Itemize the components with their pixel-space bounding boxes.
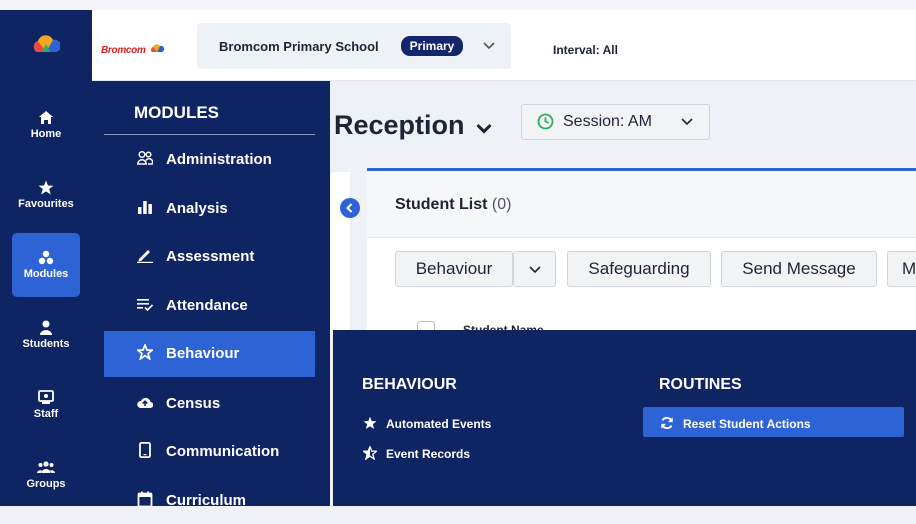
behaviour-button[interactable]: Behaviour xyxy=(395,251,513,287)
rail-label-groups: Groups xyxy=(26,478,66,490)
module-item-administration[interactable]: Administration xyxy=(104,137,315,183)
rail-item-home[interactable]: Home xyxy=(0,110,92,140)
module-item-census[interactable]: Census xyxy=(104,381,315,427)
star-icon xyxy=(38,180,54,195)
star-half-icon xyxy=(363,446,377,460)
module-label-administration: Administration xyxy=(166,151,272,168)
flyout-behaviour-title: BEHAVIOUR xyxy=(362,376,457,393)
school-type-badge: Primary xyxy=(401,36,463,56)
bromcom-logo-text: Bromcom xyxy=(101,45,146,56)
module-label-assessment: Assessment xyxy=(166,248,255,265)
flyout-label-reset-student-actions: Reset Student Actions xyxy=(683,417,811,431)
reset-student-actions-content: Reset Student Actions xyxy=(660,416,890,432)
class-chevron-down-icon xyxy=(476,123,492,134)
star-outline-icon xyxy=(137,344,153,360)
chevron-left-icon xyxy=(346,203,353,213)
flyout-label-automated-events: Automated Events xyxy=(386,417,492,431)
phone-icon xyxy=(139,442,151,458)
modules-divider xyxy=(104,134,315,135)
more-action-button[interactable]: M xyxy=(887,251,916,287)
flyout-routines-title: ROUTINES xyxy=(659,376,742,393)
student-icon xyxy=(40,320,52,335)
module-label-attendance: Attendance xyxy=(166,297,248,314)
top-strip xyxy=(0,0,916,10)
module-item-assessment[interactable]: Assessment xyxy=(104,234,315,280)
student-count: (0) xyxy=(491,196,512,213)
module-label-census: Census xyxy=(166,395,221,412)
rail-label-students: Students xyxy=(22,338,70,350)
bromcom-logo-cloud-icon xyxy=(151,44,165,52)
groups-icon xyxy=(37,461,55,473)
modules-title: MODULES xyxy=(134,103,219,122)
rail-label-staff: Staff xyxy=(33,408,59,420)
chevron-down-icon xyxy=(528,266,541,274)
send-message-button[interactable]: Send Message xyxy=(721,251,877,287)
school-chevron-down-icon[interactable] xyxy=(483,42,495,50)
module-item-curriculum[interactable]: Curriculum xyxy=(104,478,315,524)
app-logo[interactable] xyxy=(32,34,61,54)
flyout-label-event-records: Event Records xyxy=(386,447,471,461)
rail-label-home: Home xyxy=(30,128,62,140)
module-item-analysis[interactable]: Analysis xyxy=(104,186,315,232)
class-title[interactable]: Reception xyxy=(334,110,492,141)
cloud-upload-icon xyxy=(137,397,153,409)
rail-label-favourites: Favourites xyxy=(18,198,74,210)
session-label: Session: AM xyxy=(563,113,652,130)
list-check-icon xyxy=(137,299,153,312)
staff-icon xyxy=(38,390,54,404)
student-list-title-text: Student List xyxy=(395,196,488,213)
rail-item-groups[interactable]: Groups xyxy=(0,460,92,490)
module-label-behaviour: Behaviour xyxy=(166,345,240,362)
calendar-icon xyxy=(137,491,153,507)
safeguarding-button[interactable]: Safeguarding xyxy=(567,251,711,287)
modules-icon xyxy=(38,250,54,265)
module-item-communication[interactable]: Communication xyxy=(104,429,315,475)
home-icon xyxy=(39,111,53,124)
module-item-attendance[interactable]: Attendance xyxy=(104,283,315,329)
interval-label: Interval: All xyxy=(553,43,618,57)
rail-label-modules: Modules xyxy=(23,268,69,280)
behaviour-dropdown-toggle[interactable] xyxy=(513,251,556,287)
module-item-behaviour[interactable]: Behaviour xyxy=(104,331,315,377)
rail-item-favourites[interactable]: Favourites xyxy=(0,180,92,210)
rail-item-modules[interactable]: Modules xyxy=(0,250,92,280)
clock-icon xyxy=(537,113,554,130)
flyout-item-automated-events[interactable]: Automated Events xyxy=(363,416,563,432)
rail-item-staff[interactable]: Staff xyxy=(0,390,92,420)
bar-chart-icon xyxy=(138,201,152,214)
filter-panel-edge xyxy=(330,172,350,332)
student-list-title: Student List (0) xyxy=(395,196,511,214)
module-label-curriculum: Curriculum xyxy=(166,492,247,509)
pen-icon xyxy=(137,250,153,263)
session-chevron-down-icon xyxy=(681,118,693,126)
flyout-item-event-records[interactable]: Event Records xyxy=(363,446,563,462)
people-icon xyxy=(137,150,153,165)
refresh-icon xyxy=(661,416,673,430)
bromcom-logo[interactable]: Bromcom xyxy=(101,40,165,56)
module-label-analysis: Analysis xyxy=(166,200,228,217)
collapse-panel-button[interactable] xyxy=(340,198,360,218)
module-label-communication: Communication xyxy=(166,443,280,460)
school-name: Bromcom Primary School xyxy=(219,39,379,54)
star-icon xyxy=(363,416,377,429)
class-title-text: Reception xyxy=(334,110,465,140)
rail-item-students[interactable]: Students xyxy=(0,320,92,350)
